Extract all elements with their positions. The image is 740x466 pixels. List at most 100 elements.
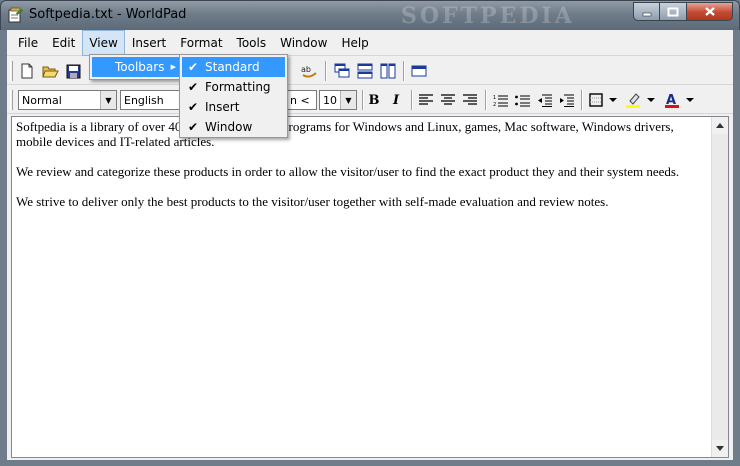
- menu-tools-label: Tools: [236, 36, 267, 50]
- menu-item-window[interactable]: ✔ Window: [182, 117, 285, 137]
- minimize-button[interactable]: [633, 2, 660, 21]
- checkmark-icon: ✔: [187, 80, 199, 94]
- numbered-list-button[interactable]: 12: [490, 90, 510, 110]
- menu-item-toolbars[interactable]: Toolbars ▶: [92, 57, 180, 77]
- tile-horizontal-icon: [357, 63, 373, 79]
- save-button[interactable]: [63, 61, 83, 81]
- window-controls: [633, 2, 733, 21]
- scroll-up-button[interactable]: [712, 117, 728, 134]
- toolbar-separator: [411, 90, 413, 110]
- toolbar-separator: [485, 90, 487, 110]
- formatting-toolbar: Normal ▼ English n < 10 ▼ B I 1 2 A: [7, 86, 733, 114]
- highlighter-icon: [626, 93, 640, 108]
- menu-window-label: Window: [280, 36, 328, 50]
- standard-label: Standard: [205, 60, 260, 74]
- bullet-list-button[interactable]: [512, 90, 532, 110]
- checkmark-icon: ✔: [187, 120, 199, 134]
- save-icon: [66, 64, 80, 78]
- toolbars-label: Toolbars: [115, 60, 165, 74]
- tile-horizontal-button[interactable]: [355, 61, 375, 81]
- menu-file-label: File: [18, 36, 39, 50]
- paragraph: We strive to deliver only the best produ…: [16, 194, 609, 209]
- paragraph: Softpedia is a library of over 40… -to-t…: [16, 119, 674, 149]
- chevron-down-icon[interactable]: ▼: [100, 91, 116, 109]
- title-bar[interactable]: Softpedia.txt - WorldPad SOFTPEDIA: [0, 0, 740, 30]
- decrease-indent-button[interactable]: [534, 90, 554, 110]
- svg-text:1: 1: [493, 95, 496, 101]
- svg-text:2: 2: [493, 102, 496, 107]
- menu-window[interactable]: Window: [273, 30, 334, 56]
- highlight-color-button[interactable]: [623, 90, 643, 110]
- chevron-down-icon: [686, 98, 694, 102]
- bold-button[interactable]: B: [364, 90, 384, 110]
- chevron-down-icon[interactable]: ▼: [340, 91, 356, 109]
- open-file-button[interactable]: [40, 61, 60, 81]
- maximize-button[interactable]: [660, 2, 687, 21]
- client-area: File Edit View Insert Format Tools Windo…: [7, 30, 733, 460]
- worldpad-app-icon[interactable]: [7, 7, 24, 24]
- insert-label: Insert: [205, 100, 240, 114]
- highlight-dropdown[interactable]: [645, 90, 657, 110]
- align-left-icon: [419, 94, 433, 105]
- increase-indent-button[interactable]: [556, 90, 576, 110]
- new-document-button[interactable]: [17, 61, 37, 81]
- menu-edit[interactable]: Edit: [45, 30, 82, 56]
- spell-check-icon: ab: [301, 65, 317, 78]
- cascade-windows-icon: [334, 63, 350, 78]
- spell-check-button[interactable]: ab: [299, 61, 319, 81]
- language-combo[interactable]: English: [120, 90, 180, 110]
- italic-button[interactable]: I: [386, 90, 406, 110]
- menu-tools[interactable]: Tools: [230, 30, 274, 56]
- menu-format-label: Format: [180, 36, 223, 50]
- align-right-icon: [463, 94, 477, 105]
- document-text[interactable]: Softpedia is a library of over 40… -to-t…: [16, 119, 708, 224]
- softpedia-watermark: SOFTPEDIA: [401, 3, 575, 29]
- menu-insert[interactable]: Insert: [125, 30, 173, 56]
- chevron-down-icon: [647, 98, 655, 102]
- language-value: English: [124, 94, 164, 107]
- new-document-icon: [21, 63, 33, 79]
- toolbar-separator: [403, 61, 405, 81]
- window-icon: [411, 65, 427, 77]
- new-window-button[interactable]: [409, 61, 429, 81]
- toolbar-grip[interactable]: [10, 61, 13, 81]
- menu-item-formatting[interactable]: ✔ Formatting: [182, 77, 285, 97]
- menu-format[interactable]: Format: [173, 30, 229, 56]
- borders-button[interactable]: [586, 90, 606, 110]
- menu-item-standard[interactable]: ✔ Standard: [182, 57, 285, 77]
- menu-file[interactable]: File: [11, 30, 45, 56]
- align-left-button[interactable]: [416, 90, 436, 110]
- document-editor[interactable]: Softpedia is a library of over 40… -to-t…: [11, 116, 729, 458]
- tile-vertical-button[interactable]: [378, 61, 398, 81]
- align-center-icon: [441, 94, 455, 105]
- font-color-button[interactable]: A: [662, 90, 682, 110]
- menu-insert-label: Insert: [131, 36, 167, 50]
- align-right-button[interactable]: [460, 90, 480, 110]
- font-combo[interactable]: n <: [287, 90, 317, 110]
- font-color-dropdown[interactable]: [684, 90, 696, 110]
- menu-help[interactable]: Help: [334, 30, 375, 56]
- menu-edit-label: Edit: [52, 36, 76, 50]
- toolbar-grip[interactable]: [10, 90, 13, 110]
- style-combo[interactable]: Normal ▼: [18, 90, 117, 110]
- open-folder-icon: [41, 66, 59, 77]
- align-center-button[interactable]: [438, 90, 458, 110]
- arrow-down-icon: [716, 446, 724, 451]
- font-size-combo[interactable]: 10 ▼: [319, 90, 357, 110]
- view-menu: Toolbars ▶: [89, 54, 183, 80]
- menu-view[interactable]: View: [82, 30, 125, 56]
- increase-indent-icon: [559, 94, 574, 107]
- close-button[interactable]: [687, 2, 733, 21]
- window-title: Softpedia.txt - WorldPad: [29, 7, 187, 22]
- scroll-down-button[interactable]: [712, 440, 728, 457]
- borders-dropdown[interactable]: [607, 90, 619, 110]
- bullet-list-icon: [514, 95, 530, 106]
- checkmark-icon: ✔: [187, 100, 199, 114]
- vertical-scrollbar[interactable]: [711, 117, 728, 457]
- chevron-down-icon: [609, 98, 617, 102]
- formatting-label: Formatting: [205, 80, 271, 94]
- font-color-icon: A: [665, 93, 679, 108]
- toolbars-submenu: ✔ Standard ✔ Formatting ✔ Insert ✔ Windo…: [179, 54, 288, 138]
- menu-item-insert[interactable]: ✔ Insert: [182, 97, 285, 117]
- cascade-windows-button[interactable]: [332, 61, 352, 81]
